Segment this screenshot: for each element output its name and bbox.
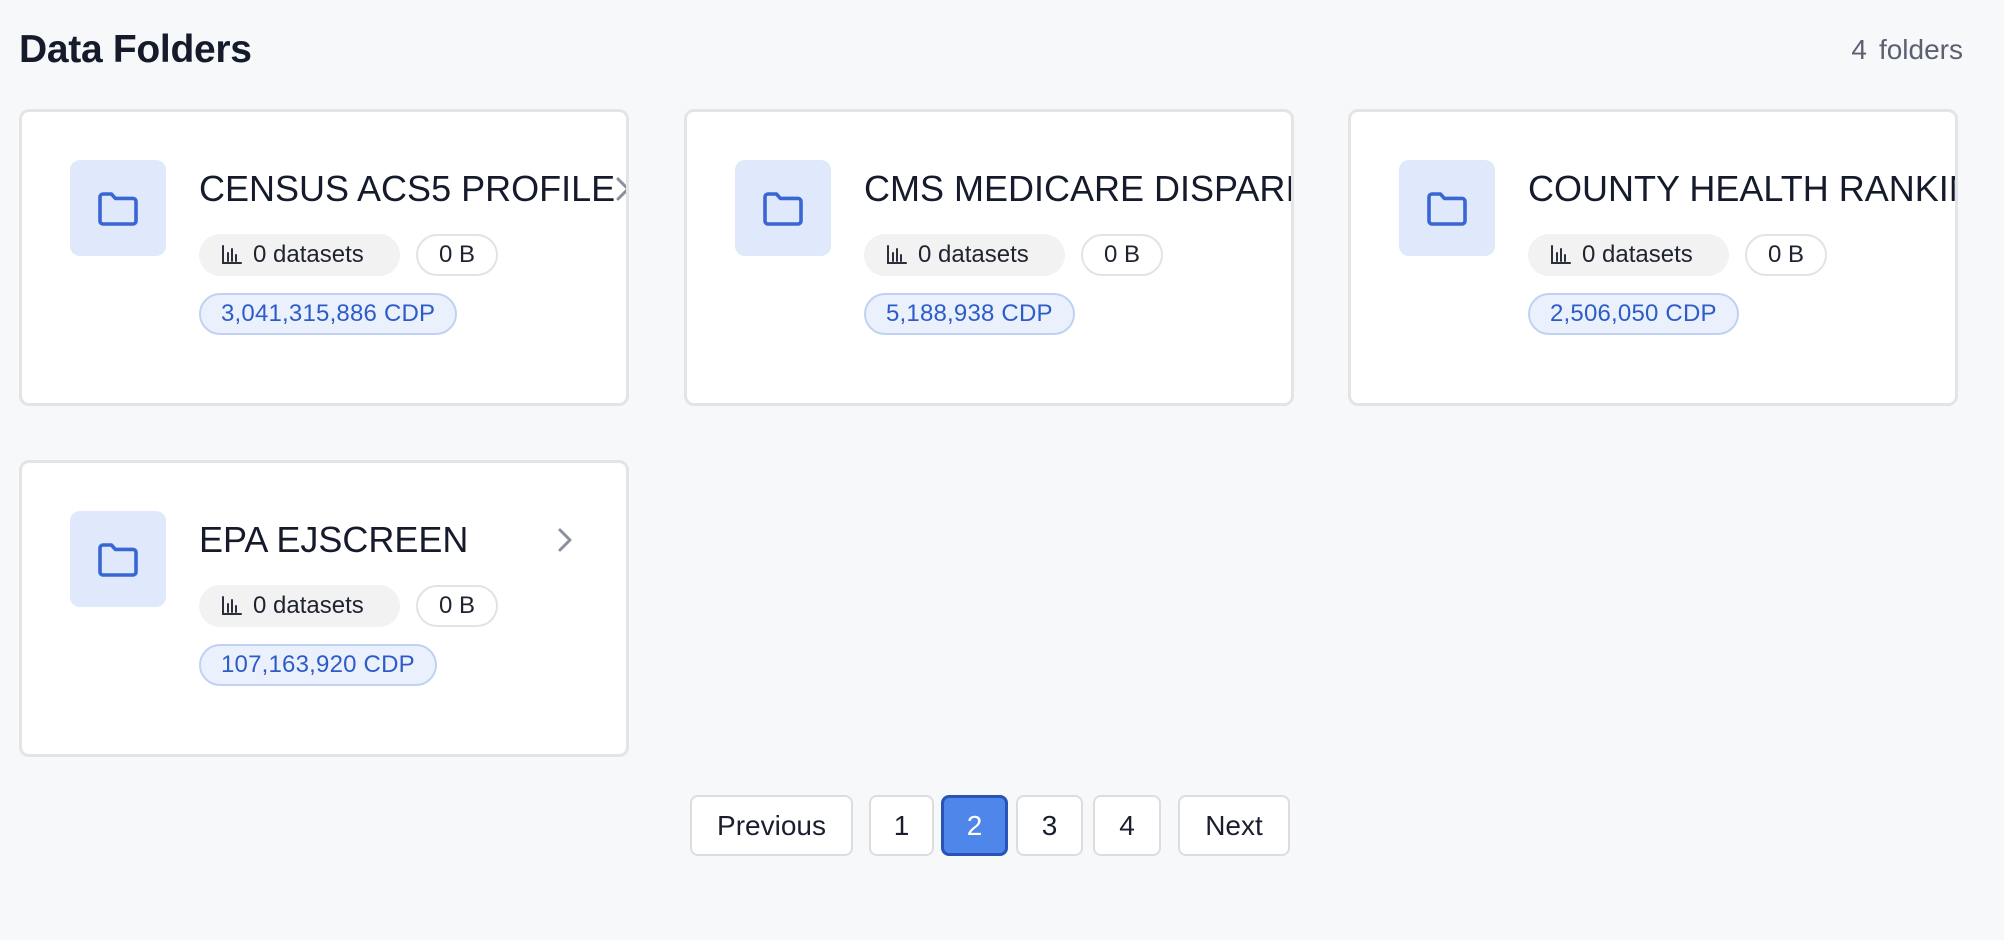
size-badge: 0 B <box>1081 234 1163 276</box>
cdp-badge: 3,041,315,886 CDP <box>199 293 458 335</box>
previous-page-button[interactable]: Previous <box>690 795 853 856</box>
bar-chart-icon <box>222 245 242 264</box>
folder-icon <box>1399 160 1495 256</box>
datasets-count: 0 datasets <box>918 241 1029 268</box>
folder-icon <box>70 511 166 607</box>
folder-name: CMS MEDICARE DISPARITIES <box>864 168 1291 209</box>
page-button-2[interactable]: 2 <box>941 795 1008 856</box>
datasets-count: 0 datasets <box>253 592 364 619</box>
page-title: Data Folders <box>19 28 252 71</box>
folder-count: 4 folders <box>1851 24 1963 76</box>
folder-card-county-health-rankings[interactable]: COUNTY HEALTH RANKINGS 0 datasets 0 B 2,… <box>1348 109 1958 406</box>
datasets-count: 0 datasets <box>253 241 364 268</box>
folder-name: COUNTY HEALTH RANKINGS <box>1528 168 1955 209</box>
cdp-badge: 5,188,938 CDP <box>864 293 1075 335</box>
chevron-right-icon[interactable] <box>552 523 578 557</box>
size-badge: 0 B <box>416 585 498 627</box>
page-button-4[interactable]: 4 <box>1093 795 1161 856</box>
pagination: Previous 1 2 3 4 Next <box>0 795 2004 856</box>
page-button-3[interactable]: 3 <box>1016 795 1083 856</box>
size-badge: 0 B <box>1745 234 1827 276</box>
datasets-badge: 0 datasets <box>1528 234 1729 276</box>
folder-card-epa-ejscreen[interactable]: EPA EJSCREEN 0 datasets 0 B 107,163,920 … <box>19 460 629 757</box>
page-header: Data Folders 4 folders <box>19 24 1963 76</box>
folder-count-label: folders <box>1878 34 1963 65</box>
folder-name: CENSUS ACS5 PROFILE <box>199 168 616 209</box>
folder-icon <box>735 160 831 256</box>
datasets-badge: 0 datasets <box>199 234 400 276</box>
folder-count-number: 4 <box>1851 34 1867 65</box>
datasets-badge: 0 datasets <box>199 585 400 627</box>
folder-card-census-acs5-profile[interactable]: CENSUS ACS5 PROFILE 0 datasets 0 B 3,041… <box>19 109 629 406</box>
bar-chart-icon <box>222 596 242 615</box>
cdp-badge: 2,506,050 CDP <box>1528 293 1739 335</box>
size-badge: 0 B <box>416 234 498 276</box>
folder-icon <box>70 160 166 256</box>
chevron-right-icon[interactable] <box>610 172 626 206</box>
folder-card-cms-medicare-disparities[interactable]: CMS MEDICARE DISPARITIES 0 datasets 0 B … <box>684 109 1294 406</box>
bar-chart-icon <box>1551 245 1571 264</box>
datasets-badge: 0 datasets <box>864 234 1065 276</box>
page-button-1[interactable]: 1 <box>869 795 934 856</box>
folder-name: EPA EJSCREEN <box>199 519 469 560</box>
cdp-badge: 107,163,920 CDP <box>199 644 437 686</box>
next-page-button[interactable]: Next <box>1178 795 1290 856</box>
bar-chart-icon <box>887 245 907 264</box>
datasets-count: 0 datasets <box>1582 241 1693 268</box>
